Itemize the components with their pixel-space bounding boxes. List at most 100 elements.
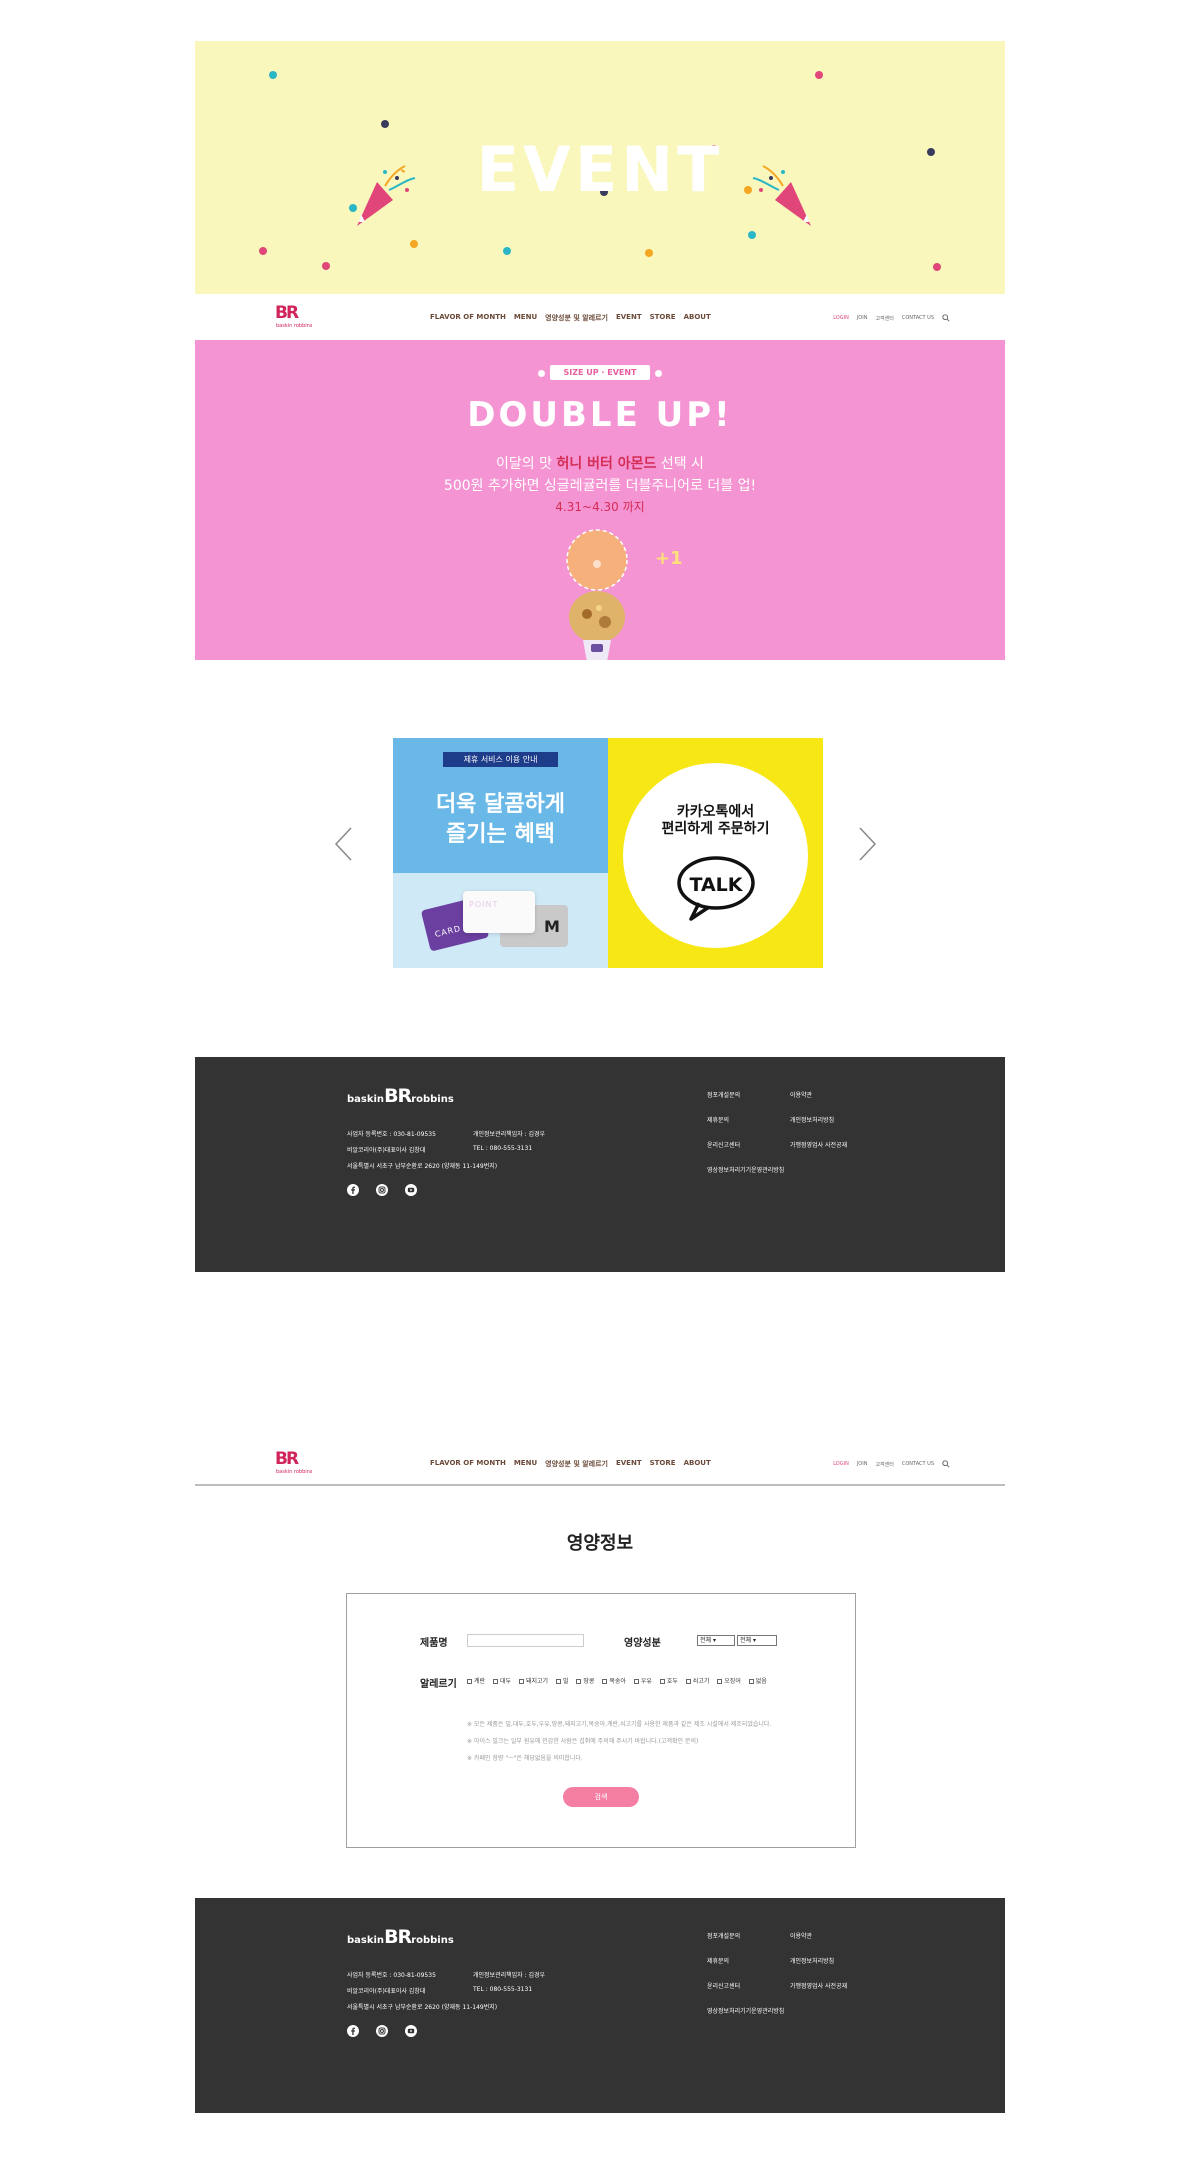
search-button[interactable]: 검색 [563,1787,639,1807]
menu-event[interactable]: EVENT [616,1459,642,1469]
promo-title: DOUBLE UP! [467,395,733,435]
footer-link-partnership[interactable]: 제휴문의 [707,1956,729,1965]
checkbox[interactable] [748,1679,754,1684]
checkbox[interactable] [555,1679,561,1684]
allergy-option[interactable]: 대두 [492,1675,511,1688]
allergy-option[interactable]: 복숭아 [602,1675,626,1688]
menu-store[interactable]: STORE [650,313,676,323]
allergy-option[interactable]: 밀 [555,1675,568,1688]
confetti-dot [933,263,941,271]
promo-badge: SIZE UP · EVENT [550,365,650,380]
checkbox[interactable] [717,1679,723,1684]
benefit-slider: 제휴 서비스 이용 안내 더욱 달콤하게 즐기는 혜택 CARD M POINT… [393,738,823,968]
company-ceo: 비알코리아(주)대표이사 김창대 [347,1988,426,1995]
benefit-title-line-2: 즐기는 혜택 [446,822,555,847]
footer-link-privacy[interactable]: 개인정보처리방침 [790,1956,834,1965]
menu-nutrition-allergy[interactable]: 영양성분 및 알레르기 [545,313,608,323]
instagram-icon[interactable] [376,2025,388,2037]
allergy-option[interactable]: 호두 [659,1675,678,1688]
logo-mark: BR [275,1449,299,1469]
confetti-dot [503,247,511,255]
allergy-option[interactable]: 쇠고기 [685,1675,709,1688]
product-name-input[interactable] [467,1634,584,1647]
menu-flavor-of-month[interactable]: FLAVOR OF MONTH [430,1459,506,1469]
footer-link-franchisee[interactable]: 가맹점영업사 사전공재 [790,1981,847,1990]
footer-link-terms[interactable]: 이용약관 [790,1931,812,1940]
confetti-dot [381,120,389,128]
footer-link-franchise[interactable]: 점포개설문의 [707,1931,740,1940]
kakao-talk-icon: TALK [677,856,755,921]
footer-link-ethics[interactable]: 윤리신고센터 [707,1981,740,1990]
login-link[interactable]: LOGIN [833,315,849,321]
checkbox[interactable] [492,1679,498,1684]
contact-us-link[interactable]: CONTACT US [902,315,934,321]
footer-link-partnership[interactable]: 제휴문의 [707,1115,729,1124]
utility-menu: LOGIN JOIN 고객센터 CONTACT US [833,314,950,322]
membership-cards-panel: CARD M POINT [393,873,608,968]
youtube-icon[interactable] [405,1184,417,1196]
top-navigation: BR baskin robbins FLAVOR OF MONTH MENU 영… [195,294,1005,340]
footer-link-franchisee[interactable]: 가맹점영업사 사전공재 [790,1140,847,1149]
company-tel: TEL : 080-555-3131 [473,1145,533,1152]
nutrient-select-2[interactable]: 전체 ▾ [737,1635,777,1646]
allergy-option[interactable]: 돼지고기 [518,1675,548,1688]
menu-about[interactable]: ABOUT [684,1459,711,1469]
br-logo[interactable]: BR baskin robbins [275,303,312,333]
join-link[interactable]: JOIN [857,315,868,321]
double-up-promo-banner[interactable]: SIZE UP · EVENT DOUBLE UP! 이달의 맛 허니 버터 아… [195,340,1005,660]
confetti-dot [410,240,418,248]
allergy-option[interactable]: 우유 [633,1675,652,1688]
allergy-option[interactable]: 땅콩 [576,1675,594,1688]
promo-line-1: 이달의 맛 허니 버터 아몬드 선택 시 [496,456,704,472]
nutrient-select-1[interactable]: 전체 ▾ [697,1635,735,1646]
facebook-icon[interactable] [347,1184,359,1196]
facebook-icon[interactable] [347,2025,359,2037]
menu-menu[interactable]: MENU [514,313,537,323]
footer-link-franchise[interactable]: 점포개설문의 [707,1090,740,1099]
footer-logo[interactable]: baskinBRrobbins [347,1926,454,1948]
customer-center-link[interactable]: 고객센터 [875,315,893,322]
footer-link-cctv[interactable]: 영상정보처리기기운영관리방침 [707,1165,784,1174]
checkbox[interactable] [633,1679,639,1684]
footer-link-cctv[interactable]: 영상정보처리기기운영관리방침 [707,2006,784,2015]
search-icon[interactable] [942,314,950,322]
allergy-option[interactable]: 없음 [748,1675,767,1688]
checkbox[interactable] [659,1679,665,1684]
checkbox[interactable] [518,1679,524,1684]
allergy-option[interactable]: 오징어 [717,1675,741,1688]
checkbox[interactable] [467,1679,472,1684]
menu-menu[interactable]: MENU [514,1459,537,1469]
br-logo[interactable]: BR baskin robbins [275,1449,312,1479]
menu-flavor-of-month[interactable]: FLAVOR OF MONTH [430,313,506,323]
menu-event[interactable]: EVENT [616,313,642,323]
allergy-checkbox-group: 계란 대두 돼지고기 밀 땅콩 복숭아 우유 호두 쇠고기 오징어 없음 [467,1675,777,1688]
instagram-icon[interactable] [376,1184,388,1196]
svg-text:TALK: TALK [689,874,743,896]
customer-center-link[interactable]: 고객센터 [875,1461,893,1468]
slider-prev-arrow-icon[interactable] [333,826,353,862]
youtube-icon[interactable] [405,2025,417,2037]
footer-link-ethics[interactable]: 윤리신고센터 [707,1140,740,1149]
checkbox[interactable] [685,1679,691,1684]
login-link[interactable]: LOGIN [833,1461,849,1467]
footer-link-terms[interactable]: 이용약관 [790,1090,812,1099]
partner-benefit-panel[interactable]: 제휴 서비스 이용 안내 더욱 달콤하게 즐기는 혜택 [393,738,608,873]
kakao-order-panel[interactable]: 카카오톡에서 편리하게 주문하기 TALK [608,738,823,968]
menu-nutrition-allergy[interactable]: 영양성분 및 알레르기 [545,1459,608,1469]
allergy-option[interactable]: 계란 [467,1675,485,1688]
menu-store[interactable]: STORE [650,1459,676,1469]
badge-dot [538,370,545,377]
search-icon[interactable] [942,1460,950,1468]
confetti-dot [269,71,277,79]
page: EVENT BR baskin robbins FLAVOR OF MONTH … [0,0,1200,2158]
slider-next-arrow-icon[interactable] [858,826,878,862]
promo-date: 4.31~4.30 까지 [555,500,645,514]
menu-about[interactable]: ABOUT [684,313,711,323]
footer-logo[interactable]: baskinBRrobbins [347,1085,454,1107]
checkbox[interactable] [576,1679,582,1684]
contact-us-link[interactable]: CONTACT US [902,1461,934,1467]
footer-link-privacy[interactable]: 개인정보처리방침 [790,1115,834,1124]
checkbox[interactable] [602,1679,608,1684]
page-title: 영양정보 [566,1533,634,1554]
join-link[interactable]: JOIN [857,1461,868,1467]
